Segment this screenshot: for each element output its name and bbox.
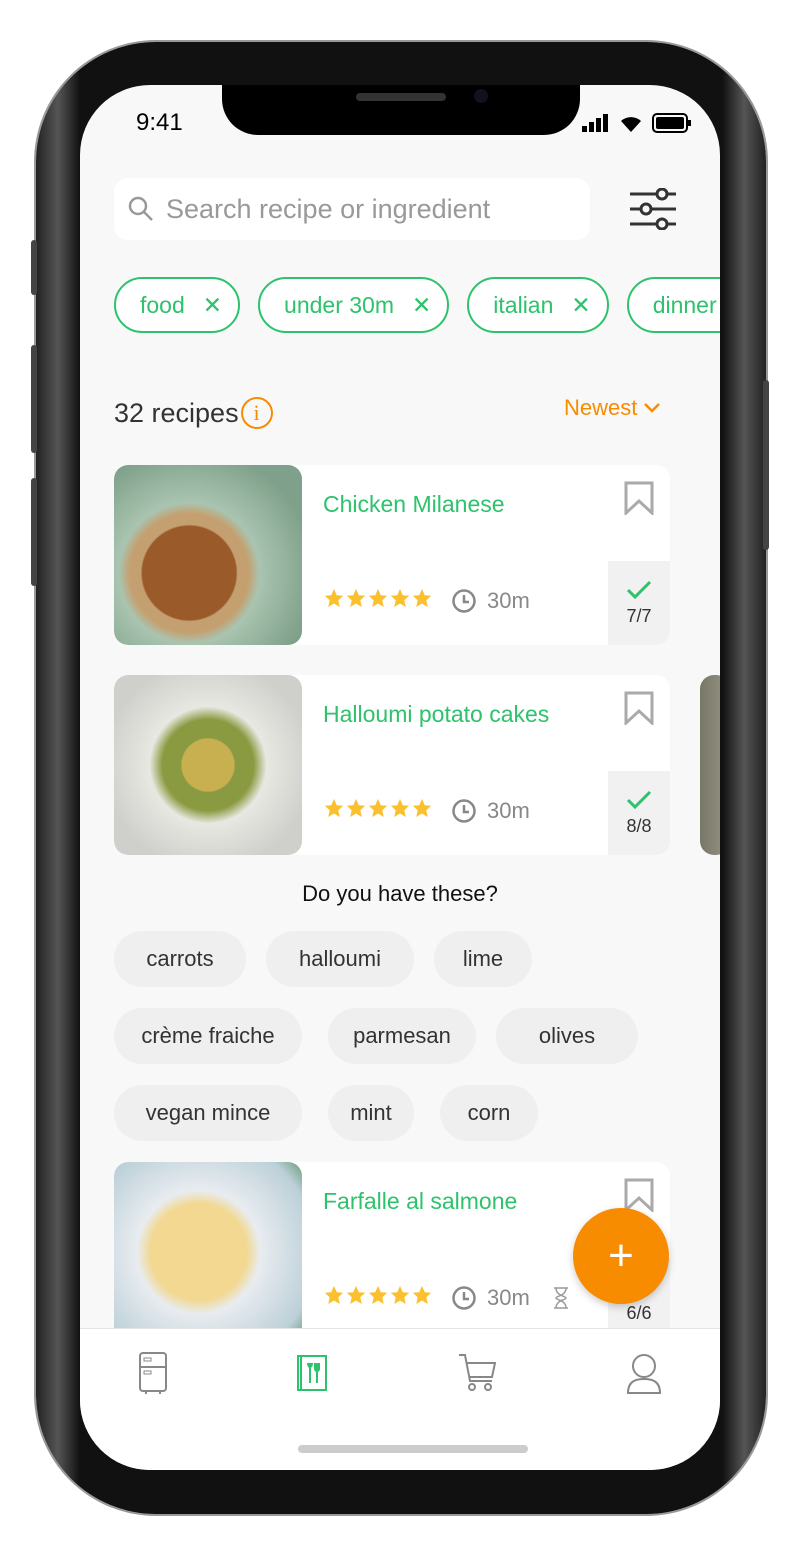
recipe-meta: 30m: [323, 1284, 570, 1312]
next-card-peek[interactable]: [700, 675, 720, 855]
fridge-icon[interactable]: [138, 1351, 168, 1395]
chevron-down-icon: [644, 403, 661, 413]
recipe-title: Halloumi potato cakes: [323, 701, 550, 727]
recipe-title: Chicken Milanese: [323, 491, 505, 517]
ingredient-chip[interactable]: lime: [434, 931, 532, 987]
clock-icon: [452, 799, 476, 823]
recipe-meta: 30m: [323, 797, 530, 825]
rating-stars: [323, 1284, 433, 1312]
ingredients-have: 8/8: [608, 771, 670, 855]
cook-time: 30m: [487, 588, 530, 613]
cook-time: 30m: [487, 1285, 530, 1310]
rating-stars: [323, 797, 433, 825]
chip-label: dinner: [652, 291, 717, 318]
ingredient-chip[interactable]: parmesan: [328, 1008, 476, 1064]
close-icon[interactable]: ✕: [571, 292, 590, 319]
ingredient-chip[interactable]: carrots: [114, 931, 246, 987]
ingredient-chip[interactable]: halloumi: [266, 931, 414, 987]
ingredient-count: 6/6: [626, 1302, 652, 1323]
sort-label: Newest: [564, 395, 638, 420]
close-icon[interactable]: ✕: [203, 292, 222, 319]
wifi-icon: [621, 117, 641, 132]
power-button: [763, 380, 769, 550]
bookmark-icon[interactable]: [624, 481, 654, 515]
chip-label: italian: [493, 291, 554, 318]
filter-chips: food ✕ under 30m ✕ italian ✕ dinner✕: [114, 277, 720, 333]
ingredients-have: 7/7: [608, 561, 670, 645]
signal-icon: [582, 114, 608, 132]
chip-label: food: [140, 291, 185, 318]
recipe-photo: [114, 465, 302, 645]
notch: [222, 85, 580, 135]
recipe-meta: 30m: [323, 587, 530, 615]
battery-icon: [652, 113, 691, 133]
add-recipe-button[interactable]: +: [573, 1208, 669, 1304]
search-input[interactable]: Search recipe or ingredient: [114, 178, 590, 240]
filter-settings-icon[interactable]: [630, 188, 676, 230]
ingredient-chip[interactable]: vegan mince: [114, 1085, 302, 1141]
mute-switch: [31, 240, 37, 295]
status-icons: [582, 113, 692, 133]
count-label: 32 recipes: [114, 397, 239, 428]
bookmark-icon[interactable]: [624, 1178, 654, 1212]
recipe-book-icon[interactable]: [297, 1355, 327, 1391]
ingredient-count: 8/8: [626, 815, 652, 836]
filter-chip[interactable]: dinner✕: [626, 277, 720, 333]
clock-icon: [452, 1286, 476, 1310]
recipe-photo: [114, 675, 302, 855]
ingredient-count: 7/7: [626, 605, 652, 626]
volume-up-button: [31, 345, 37, 453]
status-time: 9:41: [136, 109, 183, 136]
close-icon[interactable]: ✕: [412, 292, 431, 319]
suggestions-question: Do you have these?: [302, 881, 498, 906]
info-icon[interactable]: i: [240, 397, 273, 429]
home-indicator[interactable]: [298, 1445, 528, 1453]
search-placeholder: Search recipe or ingredient: [166, 193, 491, 224]
ingredient-chip[interactable]: crème fraiche: [114, 1008, 302, 1064]
recipe-photo: [114, 1162, 302, 1342]
cook-time: 30m: [487, 798, 530, 823]
ingredient-chip[interactable]: olives: [496, 1008, 638, 1064]
recipe-title: Farfalle al salmone: [323, 1188, 518, 1214]
volume-down-button: [31, 478, 37, 586]
filter-chip[interactable]: food ✕: [114, 277, 241, 333]
profile-icon[interactable]: [626, 1353, 662, 1395]
filter-chip[interactable]: italian ✕: [467, 277, 609, 333]
recipe-count: 32 recipes i: [114, 397, 273, 429]
ingredient-chip[interactable]: corn: [440, 1085, 538, 1141]
sort-dropdown[interactable]: Newest: [564, 395, 661, 421]
recipe-card[interactable]: Chicken Milanese 30m 7/7: [114, 465, 670, 645]
search-icon: [128, 196, 153, 221]
clock-icon: [452, 589, 476, 613]
recipe-card[interactable]: Halloumi potato cakes 30m 8/8: [114, 675, 670, 855]
chip-label: under 30m: [284, 291, 395, 318]
rating-stars: [323, 587, 433, 615]
cart-icon[interactable]: [458, 1353, 496, 1393]
check-icon: [626, 580, 652, 599]
hourglass-icon: [553, 1287, 568, 1309]
check-icon: [626, 790, 652, 809]
filter-chip[interactable]: under 30m ✕: [258, 277, 450, 333]
ingredient-chip[interactable]: mint: [328, 1085, 414, 1141]
screen: 9:41 Search recipe or ingredient food ✕ u…: [80, 85, 720, 1470]
bookmark-icon[interactable]: [624, 691, 654, 725]
